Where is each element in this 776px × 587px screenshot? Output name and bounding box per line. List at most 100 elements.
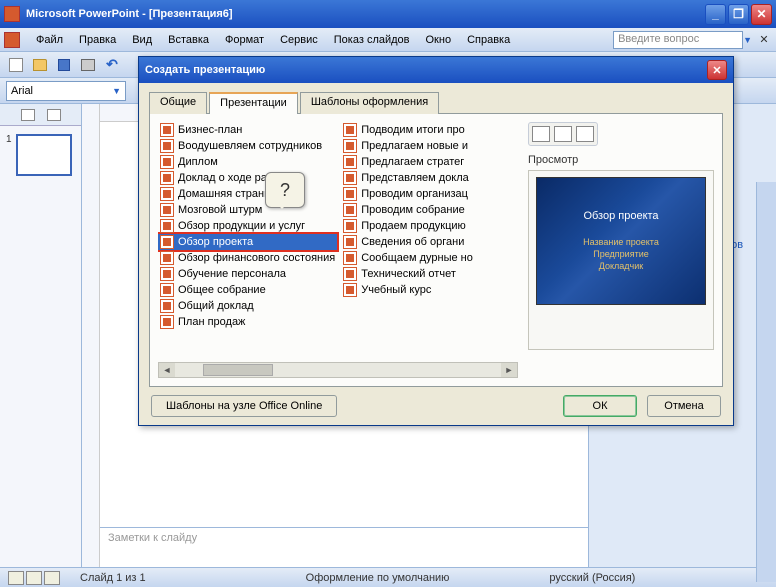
preview-slide: Обзор проекта Название проекта Предприят… bbox=[536, 177, 706, 305]
dialog-close-button[interactable]: ✕ bbox=[707, 60, 727, 80]
document-icon[interactable] bbox=[4, 32, 20, 48]
vertical-ruler bbox=[82, 104, 100, 567]
template-item[interactable]: Предлагаем стратег bbox=[341, 154, 518, 170]
help-dropdown-arrow[interactable]: ▼ bbox=[743, 35, 752, 45]
slides-panel: 1 bbox=[0, 104, 82, 567]
template-file-icon bbox=[343, 251, 357, 265]
template-item-label: Предлагаем стратег bbox=[361, 156, 464, 168]
template-file-icon bbox=[160, 139, 174, 153]
print-button[interactable] bbox=[78, 55, 98, 75]
template-item[interactable]: Учебный курс bbox=[341, 282, 518, 298]
slide-thumbnail[interactable] bbox=[16, 134, 72, 176]
template-item[interactable]: Общий доклад bbox=[158, 298, 337, 314]
template-item-label: План продаж bbox=[178, 316, 245, 328]
template-file-icon bbox=[343, 155, 357, 169]
minimize-button[interactable]: _ bbox=[705, 4, 726, 25]
menu-insert[interactable]: Вставка bbox=[160, 32, 217, 48]
menu-edit[interactable]: Правка bbox=[71, 32, 124, 48]
window-title: Microsoft PowerPoint - [Презентация6] bbox=[26, 8, 705, 20]
horizontal-scrollbar[interactable]: ◄ ► bbox=[158, 362, 518, 378]
template-item-label: Обзор финансового состояния bbox=[178, 252, 335, 264]
template-item[interactable]: Обзор продукции и услуг bbox=[158, 218, 337, 234]
template-item-label: Общее собрание bbox=[178, 284, 266, 296]
new-button[interactable] bbox=[6, 55, 26, 75]
template-item[interactable]: Диплом bbox=[158, 154, 337, 170]
tab-general[interactable]: Общие bbox=[149, 92, 207, 114]
template-item[interactable]: Домашняя страни bbox=[158, 186, 337, 202]
menu-help[interactable]: Справка bbox=[459, 32, 518, 48]
status-lang: русский (Россия) bbox=[549, 572, 635, 584]
template-item[interactable]: Обзор проекта bbox=[158, 234, 337, 250]
menu-slideshow[interactable]: Показ слайдов bbox=[326, 32, 418, 48]
undo-button[interactable]: ↶ bbox=[102, 55, 122, 75]
template-item[interactable]: Воодушевляем сотрудников bbox=[158, 138, 337, 154]
menu-file[interactable]: Файл bbox=[28, 32, 71, 48]
template-item-label: Продаем продукцию bbox=[361, 220, 466, 232]
slides-tab-icon[interactable] bbox=[47, 109, 61, 121]
help-callout[interactable]: ? bbox=[265, 172, 305, 208]
scroll-left-arrow[interactable]: ◄ bbox=[159, 363, 175, 377]
template-file-icon bbox=[160, 187, 174, 201]
scroll-right-arrow[interactable]: ► bbox=[501, 363, 517, 377]
template-item[interactable]: Сообщаем дурные но bbox=[341, 250, 518, 266]
template-item[interactable]: План продаж bbox=[158, 314, 337, 330]
menu-view[interactable]: Вид bbox=[124, 32, 160, 48]
template-item-label: Доклад о ходе ра bbox=[178, 172, 267, 184]
template-item[interactable]: Технический отчет bbox=[341, 266, 518, 282]
template-item[interactable]: Обзор финансового состояния bbox=[158, 250, 337, 266]
template-item[interactable]: Мозговой штурм bbox=[158, 202, 337, 218]
template-item[interactable]: Обучение персонала bbox=[158, 266, 337, 282]
save-button[interactable] bbox=[54, 55, 74, 75]
menu-tools[interactable]: Сервис bbox=[272, 32, 326, 48]
large-icons-button[interactable] bbox=[532, 126, 550, 142]
template-item[interactable]: Представляем докла bbox=[341, 170, 518, 186]
office-online-button[interactable]: Шаблоны на узле Office Online bbox=[151, 395, 337, 417]
template-item-label: Бизнес-план bbox=[178, 124, 242, 136]
template-list[interactable]: Бизнес-план Воодушевляем сотрудников Дипло… bbox=[158, 122, 518, 378]
open-button[interactable] bbox=[30, 55, 50, 75]
outline-tab-icon[interactable] bbox=[21, 109, 35, 121]
help-search-input[interactable]: Введите вопрос bbox=[613, 31, 743, 49]
template-item[interactable]: Продаем продукцию bbox=[341, 218, 518, 234]
template-item[interactable]: Проводим организац bbox=[341, 186, 518, 202]
template-item[interactable]: Предлагаем новые и bbox=[341, 138, 518, 154]
template-item-label: Сведения об органи bbox=[361, 236, 464, 248]
status-slide: Слайд 1 из 1 bbox=[80, 572, 146, 584]
template-file-icon bbox=[160, 299, 174, 313]
preview-label: Просмотр bbox=[528, 154, 714, 166]
tab-designs[interactable]: Шаблоны оформления bbox=[300, 92, 439, 114]
notes-pane[interactable]: Заметки к слайду bbox=[100, 527, 588, 567]
template-item[interactable]: Сведения об органи bbox=[341, 234, 518, 250]
slideshow-view-button[interactable] bbox=[44, 571, 60, 585]
template-item-label: Обзор проекта bbox=[178, 236, 253, 248]
doc-close-button[interactable]: ✕ bbox=[756, 32, 772, 48]
template-item-label: Воодушевляем сотрудников bbox=[178, 140, 322, 152]
sorter-view-button[interactable] bbox=[26, 571, 42, 585]
tab-presentations[interactable]: Презентации bbox=[209, 92, 298, 114]
view-mode-buttons bbox=[528, 122, 598, 146]
template-file-icon bbox=[160, 235, 174, 249]
menu-format[interactable]: Формат bbox=[217, 32, 272, 48]
template-item[interactable]: Доклад о ходе ра bbox=[158, 170, 337, 186]
template-file-icon bbox=[343, 139, 357, 153]
menu-window[interactable]: Окно bbox=[418, 32, 460, 48]
template-file-icon bbox=[160, 251, 174, 265]
ok-button[interactable]: ОК bbox=[563, 395, 637, 417]
maximize-button[interactable]: ❐ bbox=[728, 4, 749, 25]
scroll-thumb[interactable] bbox=[203, 364, 273, 376]
template-item[interactable]: Проводим собрание bbox=[341, 202, 518, 218]
template-item-label: Проводим собрание bbox=[361, 204, 465, 216]
font-name: Arial bbox=[11, 85, 33, 97]
details-button[interactable] bbox=[576, 126, 594, 142]
font-combo[interactable]: Arial ▼ bbox=[6, 81, 126, 101]
dialog-titlebar: Создать презентацию ✕ bbox=[139, 57, 733, 83]
template-item[interactable]: Подводим итоги про bbox=[341, 122, 518, 138]
cancel-button[interactable]: Отмена bbox=[647, 395, 721, 417]
normal-view-button[interactable] bbox=[8, 571, 24, 585]
list-button[interactable] bbox=[554, 126, 572, 142]
close-button[interactable]: ✕ bbox=[751, 4, 772, 25]
titlebar: Microsoft PowerPoint - [Презентация6] _ … bbox=[0, 0, 776, 28]
template-item[interactable]: Общее собрание bbox=[158, 282, 337, 298]
template-item[interactable]: Бизнес-план bbox=[158, 122, 337, 138]
template-item-label: Мозговой штурм bbox=[178, 204, 262, 216]
